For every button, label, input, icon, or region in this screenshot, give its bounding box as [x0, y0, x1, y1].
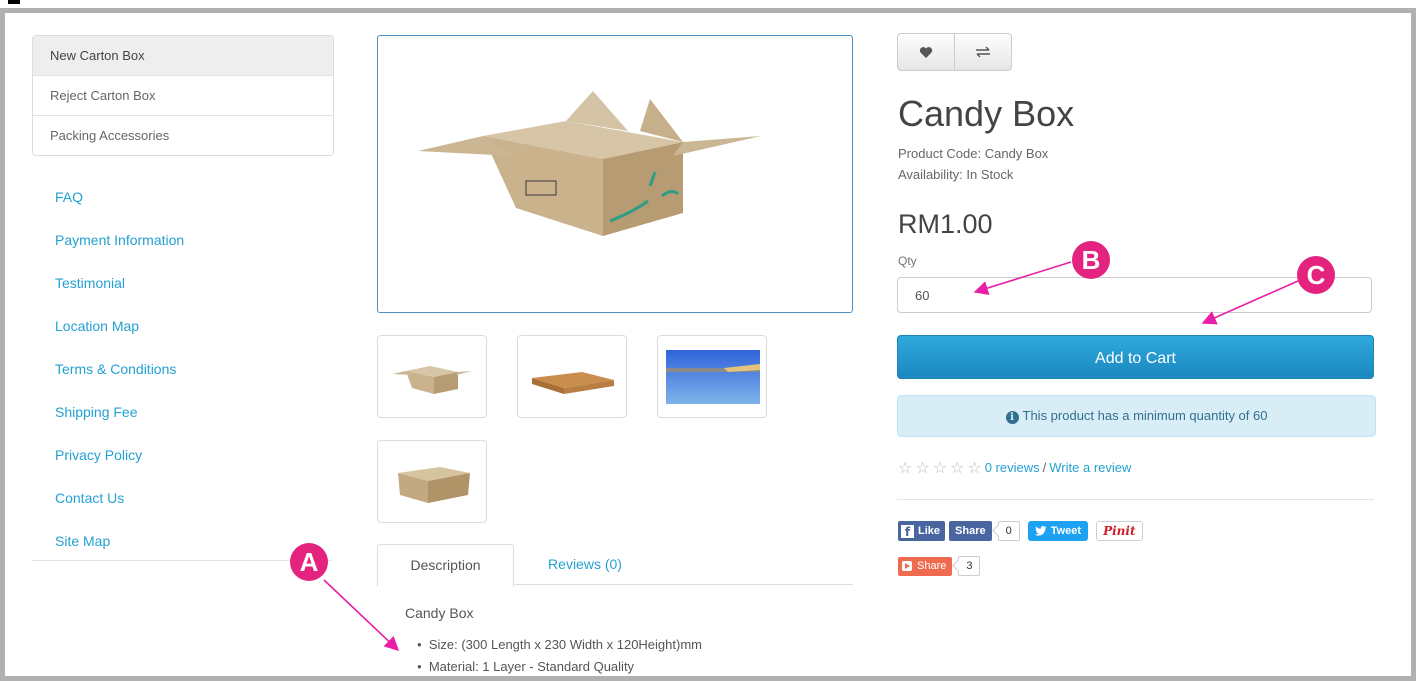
- share-button[interactable]: Share: [898, 556, 953, 576]
- right-divider: [897, 499, 1374, 500]
- alert-text: This product has a minimum quantity of 6…: [1022, 408, 1268, 423]
- thumbnail-1[interactable]: [377, 335, 487, 418]
- thumbnail-4[interactable]: [377, 440, 487, 523]
- description-list: Size: (300 Length x 230 Width x 120Heigh…: [417, 634, 702, 676]
- annotation-marker-a: A: [290, 543, 328, 581]
- compare-button[interactable]: [954, 34, 1011, 70]
- social-buttons-row-2: Share 3: [898, 556, 981, 576]
- tweet-button[interactable]: Tweet: [1027, 521, 1089, 541]
- tweet-label: Tweet: [1050, 525, 1082, 537]
- product-title: Candy Box: [898, 93, 1075, 134]
- heart-icon: [919, 46, 933, 58]
- category-list: New Carton Box Reject Carton Box Packing…: [32, 35, 334, 156]
- main-product-image[interactable]: [377, 35, 853, 313]
- add-to-cart-button[interactable]: Add to Cart: [897, 335, 1374, 379]
- twitter-bird-icon: [1034, 526, 1047, 536]
- star-empty-icon: ☆: [967, 458, 982, 477]
- wishlist-button[interactable]: [898, 34, 954, 70]
- link-testimonial[interactable]: Testimonial: [55, 262, 184, 305]
- facebook-share-count: 0: [997, 521, 1020, 541]
- tab-reviews[interactable]: Reviews (0): [525, 544, 645, 585]
- link-faq[interactable]: FAQ: [55, 176, 184, 219]
- description-item: Size: (300 Length x 230 Width x 120Heigh…: [417, 634, 702, 656]
- cropped-heading-glyph: [8, 0, 20, 4]
- description-item: Material: 1 Layer - Standard Quality: [417, 656, 702, 676]
- thumb-open-box-image: [392, 366, 472, 394]
- link-shipping-fee[interactable]: Shipping Fee: [55, 391, 184, 434]
- thumb-corrugated-layer-image: [666, 350, 760, 404]
- product-availability: Availability: In Stock: [898, 167, 1014, 182]
- annotation-marker-c: C: [1297, 256, 1335, 294]
- product-price: RM1.00: [898, 209, 993, 239]
- info-icon: i: [1005, 411, 1019, 424]
- social-buttons-row-1: f Like Share 0 Tweet Pinit: [898, 521, 1143, 541]
- description-title: Candy Box: [405, 605, 474, 621]
- link-site-map[interactable]: Site Map: [55, 520, 184, 563]
- link-terms-conditions[interactable]: Terms & Conditions: [55, 348, 184, 391]
- star-empty-icon: ☆: [932, 458, 948, 477]
- category-new-carton-box[interactable]: New Carton Box: [33, 36, 333, 75]
- minimum-quantity-alert: i This product has a minimum quantity of …: [897, 395, 1376, 437]
- star-empty-icon: ☆: [950, 458, 965, 477]
- tab-description[interactable]: Description: [377, 544, 514, 587]
- star-empty-icon: ☆: [898, 458, 913, 477]
- wishlist-compare-group: [897, 33, 1012, 71]
- category-packing-accessories[interactable]: Packing Accessories: [33, 115, 333, 155]
- facebook-like-button[interactable]: f Like: [898, 521, 946, 541]
- share-count: 3: [958, 556, 981, 576]
- share-label: Share: [917, 559, 947, 572]
- annotation-marker-b: B: [1072, 241, 1110, 279]
- thumbnail-2[interactable]: [517, 335, 627, 418]
- link-location-map[interactable]: Location Map: [55, 305, 184, 348]
- link-contact-us[interactable]: Contact Us: [55, 477, 184, 520]
- link-privacy-policy[interactable]: Privacy Policy: [55, 434, 184, 477]
- qty-label: Qty: [898, 254, 917, 268]
- share-icon: [902, 561, 912, 571]
- exchange-icon: [976, 46, 990, 58]
- rating-separator: /: [1042, 460, 1047, 475]
- reviews-link[interactable]: 0 reviews: [985, 460, 1040, 475]
- open-carton-box-image: [418, 91, 761, 236]
- link-payment-information[interactable]: Payment Information: [55, 219, 184, 262]
- page-frame: New Carton Box Reject Carton Box Packing…: [0, 8, 1416, 681]
- rating-row: ☆ ☆ ☆ ☆ ☆ 0 reviews / Write a review: [898, 458, 1131, 477]
- facebook-like-label: Like: [918, 525, 941, 537]
- left-divider: [32, 560, 332, 561]
- write-review-link[interactable]: Write a review: [1049, 460, 1131, 475]
- thumb-flat-box-image: [532, 372, 614, 394]
- category-reject-carton-box[interactable]: Reject Carton Box: [33, 75, 333, 115]
- information-links: FAQ Payment Information Testimonial Loca…: [55, 176, 184, 563]
- facebook-icon: f: [901, 524, 914, 539]
- thumbnail-3[interactable]: [657, 335, 767, 418]
- pinterest-pinit-button[interactable]: Pinit: [1096, 521, 1143, 541]
- facebook-share-button[interactable]: Share: [949, 521, 992, 541]
- product-code: Product Code: Candy Box: [898, 146, 1049, 161]
- star-empty-icon: ☆: [915, 458, 930, 477]
- thumb-closed-box-image: [398, 467, 470, 503]
